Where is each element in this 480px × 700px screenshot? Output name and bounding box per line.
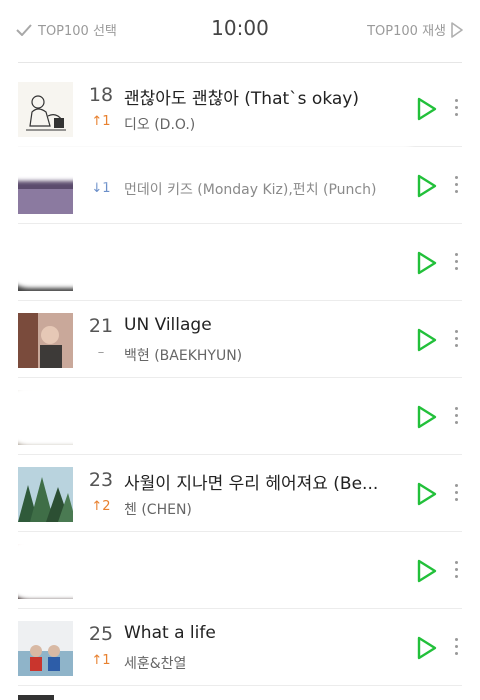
list-item[interactable]: ↓1 먼데이 키즈 (Monday Kiz),펀치 (Punch) (0, 145, 480, 224)
redaction (0, 386, 420, 446)
artist-name: 세훈&찬열 (124, 656, 187, 672)
top100-play-button[interactable]: TOP100 재생 (367, 20, 464, 39)
play-icon[interactable] (416, 482, 438, 506)
rank-number: 21 (88, 315, 114, 337)
rank-number: 23 (88, 469, 114, 491)
more-vertical-icon[interactable] (452, 561, 460, 581)
header-divider (18, 62, 462, 63)
artist-name: 먼데이 키즈 (Monday Kiz),펀치 (Punch) (124, 182, 377, 198)
rank-change: – (97, 345, 105, 360)
artist-name: 첸 (CHEN) (124, 502, 192, 518)
rank-change: ↑2 (91, 499, 111, 514)
more-vertical-icon[interactable] (452, 330, 460, 350)
play-icon[interactable] (416, 636, 438, 660)
rank-change: ↑1 (91, 114, 111, 129)
more-vertical-icon[interactable] (452, 484, 460, 504)
play-icon[interactable] (416, 97, 438, 121)
next-album-art-edge (18, 695, 54, 700)
more-vertical-icon[interactable] (452, 407, 460, 427)
album-art (18, 467, 73, 522)
chart-list: 18 ↑1 괜찮아도 괜찮아 (That`s okay) 디오 (D.O.) ↓… (0, 70, 480, 686)
song-title: 사월이 지나면 우리 헤어져요 (Be... (124, 474, 379, 494)
list-item[interactable] (0, 378, 480, 455)
more-vertical-icon[interactable] (452, 253, 460, 273)
more-vertical-icon[interactable] (452, 99, 460, 119)
rank-number: 18 (88, 84, 114, 106)
album-art (18, 313, 73, 368)
play-outline-icon (451, 21, 463, 38)
more-vertical-icon[interactable] (452, 176, 460, 196)
redaction (0, 538, 420, 600)
list-item[interactable]: 25 ↑1 What a life 세훈&찬열 (0, 609, 480, 686)
list-item[interactable] (0, 532, 480, 609)
list-item[interactable]: 21 – UN Village 백현 (BAEKHYUN) (0, 301, 480, 378)
top-bar: TOP100 선택 10:00 TOP100 재생 (0, 0, 480, 62)
play-icon[interactable] (416, 328, 438, 352)
album-art (18, 621, 73, 676)
play-icon[interactable] (416, 559, 438, 583)
song-title: UN Village (124, 315, 212, 335)
redaction (0, 145, 420, 181)
play-icon[interactable] (416, 174, 438, 198)
rank-change: ↓1 (91, 181, 111, 196)
artist-name: 디오 (D.O.) (124, 117, 196, 133)
artist-name: 백현 (BAEKHYUN) (124, 348, 243, 364)
list-item[interactable] (0, 224, 480, 301)
play-icon[interactable] (416, 405, 438, 429)
list-item[interactable]: 18 ↑1 괜찮아도 괜찮아 (That`s okay) 디오 (D.O.) (0, 70, 480, 147)
top100-play-label: TOP100 재생 (367, 24, 446, 39)
album-art (18, 82, 73, 137)
play-icon[interactable] (416, 251, 438, 275)
more-vertical-icon[interactable] (452, 638, 460, 658)
list-item[interactable]: 23 ↑2 사월이 지나면 우리 헤어져요 (Be... 첸 (CHEN) (0, 455, 480, 532)
redaction (0, 228, 420, 288)
rank-change: ↑1 (91, 653, 111, 668)
row-divider (18, 685, 462, 686)
rank-number: 25 (88, 623, 114, 645)
song-title: What a life (124, 623, 216, 643)
song-title: 괜찮아도 괜찮아 (That`s okay) (124, 89, 359, 109)
